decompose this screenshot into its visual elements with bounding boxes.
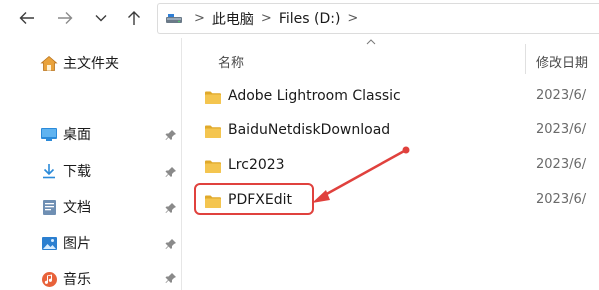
sidebar-item-label: 下载 [63,164,91,180]
chevron-down-icon [95,15,107,22]
download-icon [40,162,58,180]
pin-icon[interactable] [165,202,177,214]
document-icon [40,198,58,216]
forward-button[interactable] [52,4,78,32]
file-name: BaiduNetdiskDownload [228,122,391,138]
sidebar-item-label: 主文件夹 [63,56,119,72]
breadcrumb-separator: > [260,11,272,26]
sidebar-item-label: 桌面 [63,127,91,143]
sidebar-item-home[interactable]: 主文件夹 [40,51,119,75]
file-name: Adobe Lightroom Classic [228,88,401,104]
sort-ascending-icon [366,39,376,45]
sidebar-item-pictures[interactable]: 图片 [40,231,91,255]
breadcrumb-separator: > [194,11,205,26]
file-row[interactable]: BaiduNetdiskDownload 2023/6/ [183,113,599,147]
drive-icon [166,13,182,23]
back-button[interactable] [14,4,40,32]
home-icon [40,54,58,72]
navigation-bar: > 此电脑 > Files (D:) > [0,0,599,38]
file-date-modified: 2023/6/ [536,192,587,207]
desktop-icon [40,125,58,143]
breadcrumb-this-pc[interactable]: 此电脑 [212,9,254,29]
sidebar-item-documents[interactable]: 文档 [40,195,91,219]
column-header-date-modified[interactable]: 修改日期 [536,52,588,71]
file-list: 名称 修改日期 Adobe Lightroom Classic 2023/6/ … [183,38,599,290]
file-date-modified: 2023/6/ [536,157,587,172]
breadcrumb-files-drive[interactable]: Files (D:) [279,11,341,27]
file-date-modified: 2023/6/ [536,88,587,103]
address-bar[interactable]: > 此电脑 > Files (D:) > [157,3,599,34]
file-row[interactable]: Lrc2023 2023/6/ [183,148,599,182]
folder-icon [205,125,221,138]
folder-icon [205,91,221,104]
column-header-name[interactable]: 名称 [218,52,244,71]
file-name: Lrc2023 [228,157,285,173]
up-button[interactable] [121,4,147,32]
sidebar-item-downloads[interactable]: 下载 [40,159,91,183]
picture-icon [40,234,58,252]
pin-icon[interactable] [165,166,177,178]
sidebar-item-label: 图片 [63,236,91,252]
sidebar-item-label: 文档 [63,200,91,216]
navigation-pane: 主文件夹 桌面 下载 文档 图片 音乐 [0,38,182,290]
file-row[interactable]: Adobe Lightroom Classic 2023/6/ [183,79,599,113]
annotation-highlight-box [194,183,314,215]
arrow-right-icon [58,12,73,24]
column-divider[interactable] [525,44,526,74]
breadcrumb-separator: > [347,11,359,26]
pin-icon[interactable] [165,129,177,141]
cropped-caption [0,283,599,290]
arrow-up-icon [128,11,140,25]
file-date-modified: 2023/6/ [536,122,587,137]
arrow-left-icon [19,12,34,24]
recent-locations-button[interactable] [88,4,114,32]
pin-icon[interactable] [165,238,177,250]
sidebar-item-desktop[interactable]: 桌面 [40,122,91,146]
folder-icon [205,160,221,173]
